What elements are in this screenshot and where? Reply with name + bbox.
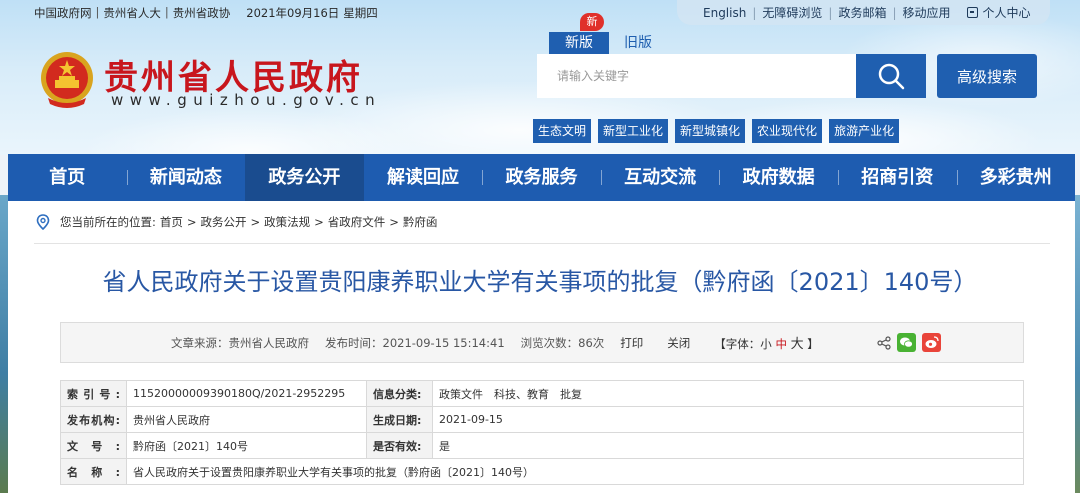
index-number-label: 索引号: bbox=[60, 380, 127, 407]
quick-tags: 生态文明 新型工业化 新型城镇化 农业现代化 旅游产业化 bbox=[533, 119, 900, 143]
nav-interpretation[interactable]: 解读回应 bbox=[364, 154, 483, 201]
share-group bbox=[877, 333, 941, 352]
category-value: 政策文件 科技、教育 批复 bbox=[432, 380, 1024, 407]
validity-value: 是 bbox=[432, 432, 1024, 459]
link-mobile-app[interactable]: 移动应用 bbox=[897, 4, 957, 21]
validity-label: 是否有效: bbox=[366, 432, 433, 459]
breadcrumb-divider bbox=[34, 243, 1050, 244]
publisher-label: 发布机构: bbox=[60, 406, 127, 433]
share-icon[interactable] bbox=[877, 335, 891, 350]
tab-new-version[interactable]: 新版 bbox=[549, 32, 609, 54]
table-row: 发布机构: 贵州省人民政府 生成日期: 2021-09-15 bbox=[60, 406, 1024, 433]
breadcrumb-prefix: 您当前所在的位置: bbox=[60, 215, 156, 229]
publisher-value: 贵州省人民政府 bbox=[126, 406, 367, 433]
search-button[interactable] bbox=[856, 54, 926, 98]
tag-urbanization[interactable]: 新型城镇化 bbox=[675, 119, 746, 143]
doc-number-label: 文号: bbox=[60, 432, 127, 459]
link-npc[interactable]: 贵州省人大 bbox=[103, 5, 161, 21]
document-info-table: 索引号: 11520000009390180Q/2021-2952295 信息分… bbox=[60, 380, 1024, 485]
breadcrumb-gov-affairs[interactable]: 政务公开 bbox=[201, 214, 247, 230]
font-size-medium[interactable]: 中 bbox=[775, 337, 787, 351]
article-publish-time: 发布时间：2021-09-15 15:14:41 bbox=[325, 335, 505, 350]
wechat-share-icon[interactable] bbox=[897, 333, 916, 352]
tab-old-version[interactable]: 旧版 bbox=[613, 32, 663, 54]
tag-agriculture[interactable]: 农业现代化 bbox=[752, 119, 823, 143]
link-gov-cn[interactable]: 中国政府网 bbox=[34, 5, 92, 21]
print-button[interactable]: 打印 bbox=[620, 335, 643, 351]
current-date: 2021年09月16日 bbox=[246, 6, 340, 20]
nav-gov-data[interactable]: 政府数据 bbox=[719, 154, 838, 201]
tag-tourism[interactable]: 旅游产业化 bbox=[829, 119, 900, 143]
font-size-switch: 【字体：小 中 大 】 bbox=[714, 337, 819, 352]
search-input[interactable] bbox=[537, 54, 856, 98]
user-center-link[interactable]: 个人中心 bbox=[961, 4, 1037, 21]
link-cppcc[interactable]: 贵州省政协 bbox=[173, 5, 231, 21]
article-views: 浏览次数：86次 bbox=[520, 335, 605, 350]
table-row: 索引号: 11520000009390180Q/2021-2952295 信息分… bbox=[60, 380, 1024, 407]
topbar-right: English | 无障碍浏览 | 政务邮箱 | 移动应用 个人中心 bbox=[677, 0, 1050, 25]
category-label: 信息分类: bbox=[366, 380, 433, 407]
tag-industrialization[interactable]: 新型工业化 bbox=[598, 119, 669, 143]
link-english[interactable]: English bbox=[697, 6, 752, 20]
created-date-value: 2021-09-15 bbox=[432, 406, 1024, 433]
main-nav: 首页 新闻动态 政务公开 解读回应 政务服务 互动交流 政府数据 招商引资 多彩… bbox=[8, 154, 1075, 201]
article-meta-bar: 文章来源：贵州省人民政府 发布时间：2021-09-15 15:14:41 浏览… bbox=[60, 322, 1024, 363]
font-size-small[interactable]: 小 bbox=[760, 337, 772, 351]
close-button[interactable]: 关闭 bbox=[667, 335, 690, 351]
index-number-value: 11520000009390180Q/2021-2952295 bbox=[126, 380, 367, 407]
current-weekday: 星期四 bbox=[343, 6, 378, 20]
breadcrumb-home[interactable]: 首页 bbox=[160, 214, 183, 230]
nav-investment[interactable]: 招商引资 bbox=[837, 154, 957, 201]
nav-services[interactable]: 政务服务 bbox=[482, 154, 601, 201]
table-row: 文号: 黔府函〔2021〕140号 是否有效: 是 bbox=[60, 432, 1024, 459]
tag-ecology[interactable]: 生态文明 bbox=[533, 119, 592, 143]
created-date-label: 生成日期: bbox=[366, 406, 433, 433]
site-url: www.guizhou.gov.cn bbox=[111, 91, 382, 109]
breadcrumb-policy[interactable]: 政策法规 bbox=[264, 214, 310, 230]
link-gov-mail[interactable]: 政务邮箱 bbox=[832, 4, 892, 21]
link-accessibility[interactable]: 无障碍浏览 bbox=[756, 4, 828, 21]
location-pin-icon bbox=[36, 214, 50, 230]
login-icon bbox=[966, 7, 978, 18]
breadcrumb-qianfuhan[interactable]: 黔府函 bbox=[403, 214, 438, 230]
breadcrumb-province-docs[interactable]: 省政府文件 bbox=[328, 214, 386, 230]
nav-colorful-guizhou[interactable]: 多彩贵州 bbox=[956, 154, 1076, 201]
article-source: 文章来源：贵州省人民政府 bbox=[171, 335, 309, 350]
article-title: 省人民政府关于设置贵阳康养职业大学有关事项的批复（黔府函〔2021〕140号） bbox=[102, 268, 978, 296]
nav-news[interactable]: 新闻动态 bbox=[126, 154, 246, 201]
national-emblem-icon bbox=[41, 52, 93, 108]
nav-gov-affairs[interactable]: 政务公开 bbox=[245, 154, 364, 201]
topbar-left: 中国政府网 | 贵州省人大 | 贵州省政协 2021年09月16日 星期四 bbox=[34, 5, 378, 21]
side-scenery-left bbox=[0, 195, 8, 493]
advanced-search-button[interactable]: 高级搜索 bbox=[937, 54, 1037, 98]
weibo-share-icon[interactable] bbox=[922, 333, 941, 352]
doc-number-value: 黔府函〔2021〕140号 bbox=[126, 432, 367, 459]
nav-interaction[interactable]: 互动交流 bbox=[600, 154, 720, 201]
breadcrumb: 您当前所在的位置: 首页 > 政务公开 > 政策法规 > 省政府文件 > 黔府函 bbox=[36, 214, 437, 230]
search-icon bbox=[878, 63, 905, 90]
name-value: 省人民政府关于设置贵阳康养职业大学有关事项的批复（黔府函〔2021〕140号） bbox=[126, 458, 1024, 485]
name-label: 名称: bbox=[60, 458, 127, 485]
nav-home[interactable]: 首页 bbox=[8, 154, 127, 201]
font-size-large[interactable]: 大 bbox=[791, 337, 804, 352]
table-row: 名称: 省人民政府关于设置贵阳康养职业大学有关事项的批复（黔府函〔2021〕14… bbox=[60, 458, 1024, 485]
new-badge: 新 bbox=[580, 13, 604, 31]
